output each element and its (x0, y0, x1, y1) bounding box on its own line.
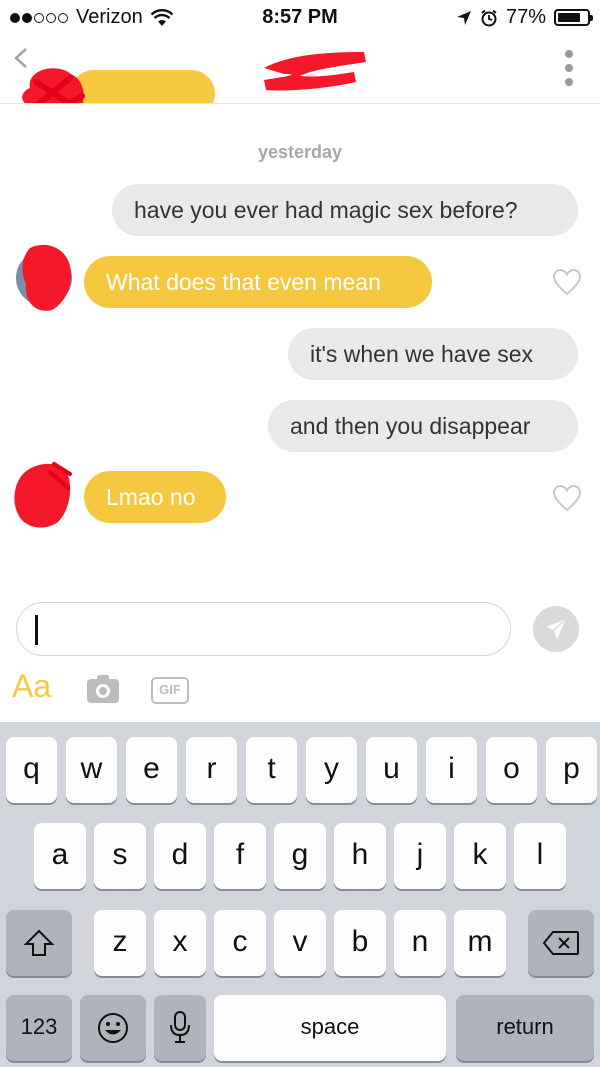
gif-button[interactable]: GIF (151, 677, 189, 704)
key-g[interactable]: g (274, 823, 326, 889)
key-n[interactable]: n (394, 910, 446, 976)
key-b[interactable]: b (334, 910, 386, 976)
key-y[interactable]: y (306, 737, 357, 803)
message-bubble-outgoing[interactable]: and then you disappear (268, 400, 578, 452)
location-icon (456, 10, 471, 25)
key-e[interactable]: e (126, 737, 177, 803)
keyboard: q w e r t y u i o p a s d f g h j k l z … (0, 722, 600, 1067)
key-h[interactable]: h (334, 823, 386, 889)
battery-percent: 77% (505, 6, 546, 28)
status-bar: Verizon 8:57 PM 77% (0, 0, 600, 36)
key-f[interactable]: f (214, 823, 266, 889)
key-i[interactable]: i (426, 737, 477, 803)
chat-header (0, 36, 600, 104)
key-z[interactable]: z (94, 910, 146, 976)
key-d[interactable]: d (154, 823, 206, 889)
date-separator: yesterday (257, 142, 343, 162)
battery-icon (554, 9, 593, 26)
key-u[interactable]: u (366, 737, 417, 803)
key-x[interactable]: x (154, 910, 206, 976)
redacted-name (264, 52, 366, 91)
key-m[interactable]: m (454, 910, 506, 976)
heart-icon[interactable] (552, 484, 582, 512)
camera-icon[interactable] (86, 674, 120, 704)
send-icon (546, 618, 567, 639)
redacted-avatar[interactable] (16, 58, 96, 104)
microphone-icon (170, 1011, 190, 1043)
key-t[interactable]: t (246, 737, 297, 803)
message-bubble-incoming[interactable]: What does that even mean (84, 256, 432, 308)
redacted-avatar[interactable] (12, 240, 74, 314)
backspace-icon (542, 931, 579, 955)
key-c[interactable]: c (214, 910, 266, 976)
status-right: 77% (456, 6, 593, 29)
backspace-key[interactable] (528, 910, 594, 976)
return-key[interactable]: return (456, 995, 594, 1061)
redacted-avatar[interactable] (10, 458, 72, 532)
text-format-button[interactable]: Aa (12, 668, 51, 705)
key-p[interactable]: p (546, 737, 597, 803)
shift-icon (23, 929, 55, 956)
key-w[interactable]: w (66, 737, 117, 803)
message-input[interactable] (16, 602, 511, 656)
key-s[interactable]: s (94, 823, 146, 889)
heart-icon[interactable] (552, 268, 582, 296)
key-a[interactable]: a (34, 823, 86, 889)
more-menu-icon[interactable] (562, 50, 576, 86)
emoji-key[interactable] (80, 995, 146, 1061)
alarm-icon (481, 9, 497, 26)
dictation-key[interactable] (154, 995, 206, 1061)
numbers-key[interactable]: 123 (6, 995, 72, 1061)
shift-key[interactable] (6, 910, 72, 976)
message-bubble-outgoing[interactable]: it's when we have sex (288, 328, 578, 380)
text-cursor (35, 615, 38, 645)
key-v[interactable]: v (274, 910, 326, 976)
key-j[interactable]: j (394, 823, 446, 889)
message-bubble-incoming[interactable]: Lmao no (84, 471, 226, 523)
key-q[interactable]: q (6, 737, 57, 803)
message-bubble-outgoing[interactable]: have you ever had magic sex before? (112, 184, 578, 236)
key-r[interactable]: r (186, 737, 237, 803)
emoji-icon (98, 1013, 128, 1043)
key-l[interactable]: l (514, 823, 566, 889)
key-k[interactable]: k (454, 823, 506, 889)
space-key[interactable]: space (214, 995, 446, 1061)
send-button[interactable] (533, 606, 579, 652)
key-o[interactable]: o (486, 737, 537, 803)
